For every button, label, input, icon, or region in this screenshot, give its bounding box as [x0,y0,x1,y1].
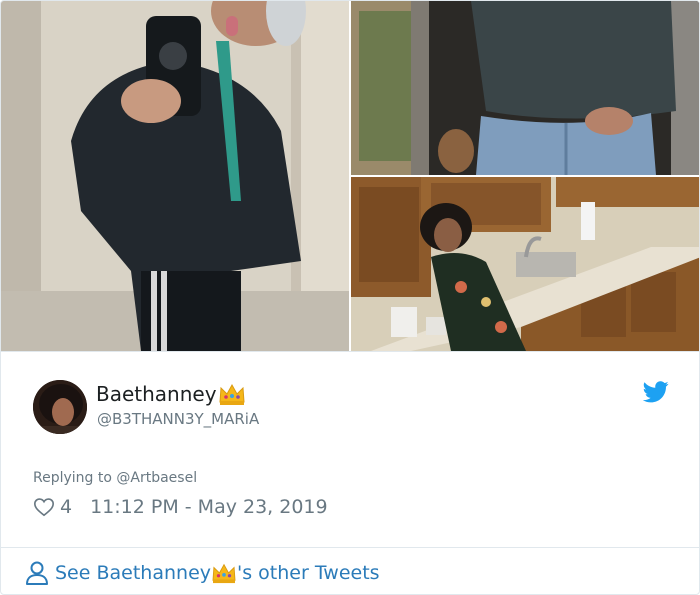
reply-mention-link[interactable]: @Artbaesel [116,470,197,486]
crown-icon [218,382,246,406]
see-other-tweets-suffix[interactable]: 's other Tweets [237,562,380,584]
see-other-tweets-link[interactable]: See Baethanney 's other Tweets [25,560,380,586]
author-display-name[interactable]: Baethanney [96,382,217,406]
tweet-photo-jeans[interactable] [351,1,699,175]
twitter-bird-icon[interactable] [643,381,669,403]
user-icon [25,560,49,586]
avatar[interactable] [33,380,87,434]
reply-prefix: Replying to [33,470,117,486]
author-handle[interactable]: @B3THANN3Y_MARiA [97,410,259,428]
crown-icon [211,562,237,584]
heart-icon[interactable] [33,496,55,518]
tweet-footer: See Baethanney 's other Tweets [1,547,699,594]
tweet-photo-mirror-selfie[interactable] [1,1,349,351]
tweet-photo-kitchen[interactable] [351,177,699,351]
tweet-author-header: Baethanney @B3THANN3Y_MARiA [1,351,699,451]
reply-context: Replying to @Artbaesel [33,470,197,486]
author-name-row[interactable]: Baethanney [96,382,246,406]
tweet-card: Baethanney @B3THANN3Y_MARiA Replying to … [0,0,700,595]
tweet-media-grid [1,1,699,351]
see-other-tweets-prefix[interactable]: See Baethanney [55,562,211,584]
tweet-timestamp[interactable]: 11:12 PM - May 23, 2019 [90,496,328,518]
like-count[interactable]: 4 [60,496,72,518]
tweet-meta-row: 4 11:12 PM - May 23, 2019 [33,496,328,518]
